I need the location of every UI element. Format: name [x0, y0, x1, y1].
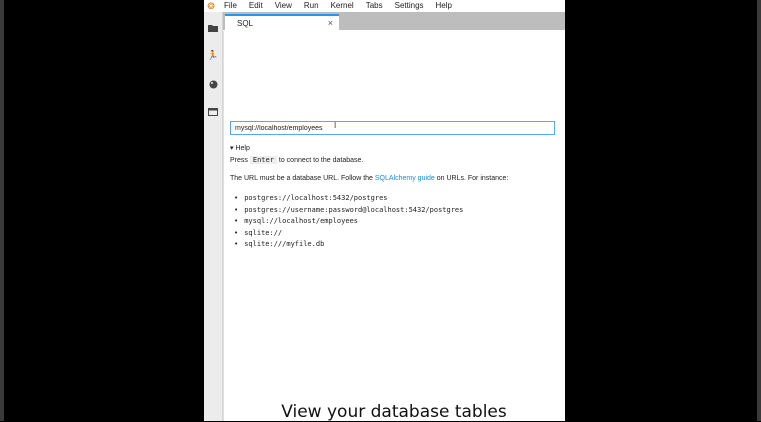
right-black-border [757, 0, 761, 421]
folder-icon[interactable] [207, 22, 219, 34]
menu-settings[interactable]: Settings [389, 0, 430, 12]
jupyterlab-window: ❂ File Edit View Run Kernel Tabs Setting… [204, 0, 565, 422]
menu-help[interactable]: Help [430, 0, 458, 12]
tab-sql[interactable]: SQL × [225, 14, 339, 30]
left-sidebar: 🏃 [204, 12, 223, 421]
help-press-line: Press Enter to connect to the database. [230, 156, 363, 164]
running-icon[interactable]: 🏃 [207, 49, 219, 61]
menu-edit[interactable]: Edit [243, 0, 269, 12]
left-black-border [0, 0, 4, 421]
menu-kernel[interactable]: Kernel [325, 0, 360, 12]
tab-bar: SQL × [223, 12, 565, 30]
sql-panel: I ▾ Help Press Enter to connect to the d… [223, 31, 564, 422]
menu-view[interactable]: View [269, 0, 298, 12]
database-url-input[interactable] [230, 121, 555, 135]
menu-file[interactable]: File [218, 0, 243, 12]
press-rest-text: to connect to the database. [278, 157, 364, 164]
palette-icon[interactable] [207, 78, 219, 90]
list-item: postgres://localhost:5432/postgres [234, 193, 463, 205]
close-icon[interactable]: × [328, 18, 333, 28]
url-post-text: on URLs. For instance: [436, 175, 509, 182]
list-item: sqlite:// [234, 228, 463, 240]
press-text: Press [230, 157, 248, 164]
help-toggle[interactable]: ▾ Help [230, 144, 250, 152]
help-url-line: The URL must be a database URL. Follow t… [230, 175, 508, 182]
video-caption: View your database tables [281, 402, 507, 422]
list-item: postgres://username:password@localhost:5… [234, 205, 463, 217]
sqlalchemy-guide-link[interactable]: SQLAlchemy guide [375, 175, 435, 182]
list-item: sqlite:///myfile.db [234, 239, 463, 251]
menu-run[interactable]: Run [298, 0, 325, 12]
tab-label: SQL [237, 19, 254, 28]
jupyter-logo-icon: ❂ [207, 0, 215, 11]
menu-bar: ❂ File Edit View Run Kernel Tabs Setting… [204, 0, 565, 12]
enter-key: Enter [249, 156, 277, 164]
url-pre-text: The URL must be a database URL. Follow t… [230, 175, 373, 182]
menu-tabs[interactable]: Tabs [360, 0, 389, 12]
example-url-list: postgres://localhost:5432/postgres postg… [234, 193, 463, 251]
text-cursor-icon: I [334, 121, 337, 130]
tabs-icon[interactable] [207, 106, 219, 118]
list-item: mysql://localhost/employees [234, 216, 463, 228]
